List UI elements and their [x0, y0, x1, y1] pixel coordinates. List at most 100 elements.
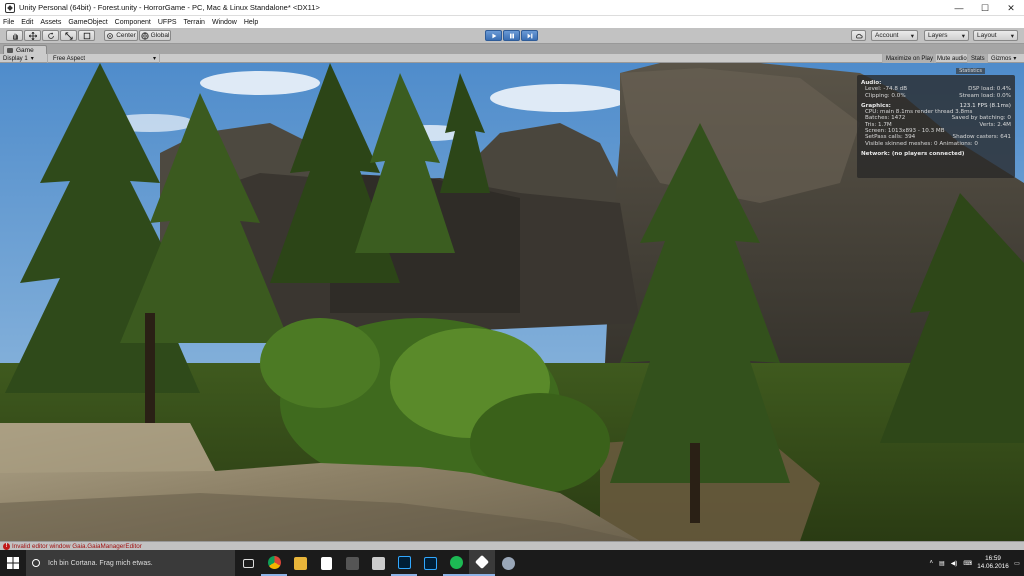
- stats-shadow-casters: Shadow casters: 641: [952, 134, 1011, 141]
- pivot-rotation-toggle[interactable]: Global: [139, 30, 171, 41]
- start-button[interactable]: [0, 550, 26, 576]
- chrome-icon: [267, 555, 281, 569]
- window-controls: — ☐ ✕: [946, 0, 1024, 16]
- move-tool-button[interactable]: [24, 30, 41, 41]
- store-icon: [320, 556, 332, 570]
- game-viewport[interactable]: Statistics Audio: Level: -74.8 dB DSP lo…: [0, 63, 1024, 541]
- pivot-mode-toggle[interactable]: Center: [104, 30, 138, 41]
- volume-icon[interactable]: ◀): [951, 560, 958, 567]
- clock-date: 14.06.2016: [977, 563, 1009, 570]
- rect-tool-icon: [83, 32, 90, 39]
- account-dropdown[interactable]: Account ▾: [871, 30, 918, 41]
- stats-toggle[interactable]: Stats: [967, 54, 988, 63]
- taskbar-app-s[interactable]: [365, 550, 391, 576]
- folder-icon: [293, 556, 307, 570]
- menu-ufps[interactable]: UFPS: [158, 19, 177, 26]
- chevron-up-icon[interactable]: ˄: [930, 560, 934, 566]
- menu-help[interactable]: Help: [244, 19, 258, 26]
- hand-tool-button[interactable]: [6, 30, 23, 41]
- taskbar-misc[interactable]: [495, 550, 521, 576]
- cortana-placeholder: Ich bin Cortana. Frag mich etwas.: [48, 559, 153, 567]
- maximize-on-play-label: Maximize on Play: [886, 55, 934, 62]
- stats-stream-load: Stream load: 0.0%: [959, 92, 1011, 99]
- layers-dropdown[interactable]: Layers ▾: [924, 30, 969, 41]
- rotate-icon: [47, 32, 54, 39]
- layers-label: Layers: [928, 32, 948, 39]
- mute-audio-toggle[interactable]: Mute audio: [933, 54, 970, 63]
- game-view-toolbar: Display 1 ▾ Free Aspect ▾ Maximize on Pl…: [0, 54, 1024, 63]
- pivot-icon: [107, 32, 114, 39]
- globe-icon: [140, 31, 149, 40]
- chevron-down-icon: ▾: [1010, 32, 1014, 40]
- window-title: Unity Personal (64bit) - Forest.unity - …: [19, 3, 320, 12]
- taskbar-unity-hub[interactable]: [339, 550, 365, 576]
- move-arrows-icon: [28, 31, 37, 40]
- close-button[interactable]: ✕: [998, 0, 1024, 16]
- play-button[interactable]: [485, 30, 502, 41]
- cortana-search-box[interactable]: Ich bin Cortana. Frag mich etwas.: [26, 550, 235, 576]
- menu-assets[interactable]: Assets: [40, 19, 61, 26]
- stats-network: Network: (no players connected): [861, 150, 965, 157]
- menu-file[interactable]: File: [3, 19, 14, 26]
- console-error-message: Invalid editor window Gaia.GaiaManagerEd…: [12, 542, 142, 550]
- stats-title: Statistics: [956, 68, 985, 75]
- taskbar-photoshop-2[interactable]: [417, 550, 443, 576]
- menu-gameobject[interactable]: GameObject: [68, 19, 107, 26]
- display-label: Display 1: [3, 55, 28, 62]
- keyboard-icon[interactable]: ⌨: [963, 560, 972, 567]
- action-center-button[interactable]: ▭: [1010, 550, 1024, 576]
- layout-dropdown[interactable]: Layout ▾: [973, 30, 1018, 41]
- unity-logo-icon: [5, 2, 15, 13]
- rotate-tool-button[interactable]: [42, 30, 59, 41]
- mute-audio-label: Mute audio: [937, 55, 967, 62]
- step-icon: [527, 33, 532, 38]
- gizmos-dropdown[interactable]: Gizmos ▾: [987, 54, 1019, 63]
- maximize-button[interactable]: ☐: [972, 0, 998, 16]
- collab-button[interactable]: [851, 30, 866, 41]
- scale-icon: [64, 31, 73, 40]
- display-dropdown[interactable]: Display 1 ▾: [0, 54, 48, 63]
- maximize-on-play-toggle[interactable]: Maximize on Play: [882, 54, 937, 63]
- aspect-label: Free Aspect: [53, 55, 86, 62]
- aspect-dropdown[interactable]: Free Aspect ▾: [50, 54, 160, 63]
- pivot-rotation-label: Global: [150, 32, 170, 39]
- stats-verts: Verts: 2.4M: [979, 121, 1011, 128]
- scale-tool-button[interactable]: [60, 30, 77, 41]
- menu-component[interactable]: Component: [115, 19, 151, 26]
- rect-tool-button[interactable]: [78, 30, 95, 41]
- clock[interactable]: 16:59 14.06.2016: [976, 555, 1010, 571]
- chevron-down-icon: ▾: [1013, 56, 1017, 62]
- tab-bar: Game: [0, 44, 1024, 54]
- taskbar-store[interactable]: [313, 550, 339, 576]
- chevron-down-icon: ▾: [30, 56, 34, 62]
- taskbar-chrome[interactable]: [261, 550, 287, 576]
- task-view-button[interactable]: [235, 550, 261, 576]
- menu-window[interactable]: Window: [212, 19, 237, 26]
- menu-edit[interactable]: Edit: [21, 19, 33, 26]
- taskbar-spotify[interactable]: [443, 550, 469, 576]
- account-label: Account: [875, 32, 899, 39]
- minimize-button[interactable]: —: [946, 0, 972, 16]
- taskbar-explorer[interactable]: [287, 550, 313, 576]
- cloud-icon: [855, 33, 863, 38]
- console-status-bar[interactable]: ! Invalid editor window Gaia.GaiaManager…: [0, 541, 1024, 550]
- tab-game[interactable]: Game: [3, 45, 47, 54]
- cortana-icon: [32, 559, 40, 567]
- chevron-down-icon: ▾: [910, 32, 914, 40]
- menu-terrain[interactable]: Terrain: [184, 19, 205, 26]
- step-button[interactable]: [521, 30, 538, 41]
- taskbar-unity[interactable]: [469, 550, 495, 576]
- taskbar-photoshop[interactable]: [391, 550, 417, 576]
- network-icon[interactable]: ▤: [939, 560, 945, 567]
- stats-overlay: Statistics Audio: Level: -74.8 dB DSP lo…: [857, 68, 1015, 178]
- misc-app-icon: [501, 556, 515, 570]
- chevron-down-icon: ▾: [152, 56, 156, 62]
- clock-time: 16:59: [985, 555, 1001, 562]
- task-view-icon: [242, 558, 254, 568]
- app-s-icon: [371, 556, 385, 570]
- tab-game-label: Game: [16, 46, 34, 54]
- system-tray: ˄ ▤ ◀) ⌨ 16:59 14.06.2016 ▭: [930, 550, 1024, 576]
- gizmos-label: Gizmos: [991, 55, 1012, 62]
- camera-icon: [7, 47, 13, 53]
- pause-button[interactable]: [503, 30, 520, 41]
